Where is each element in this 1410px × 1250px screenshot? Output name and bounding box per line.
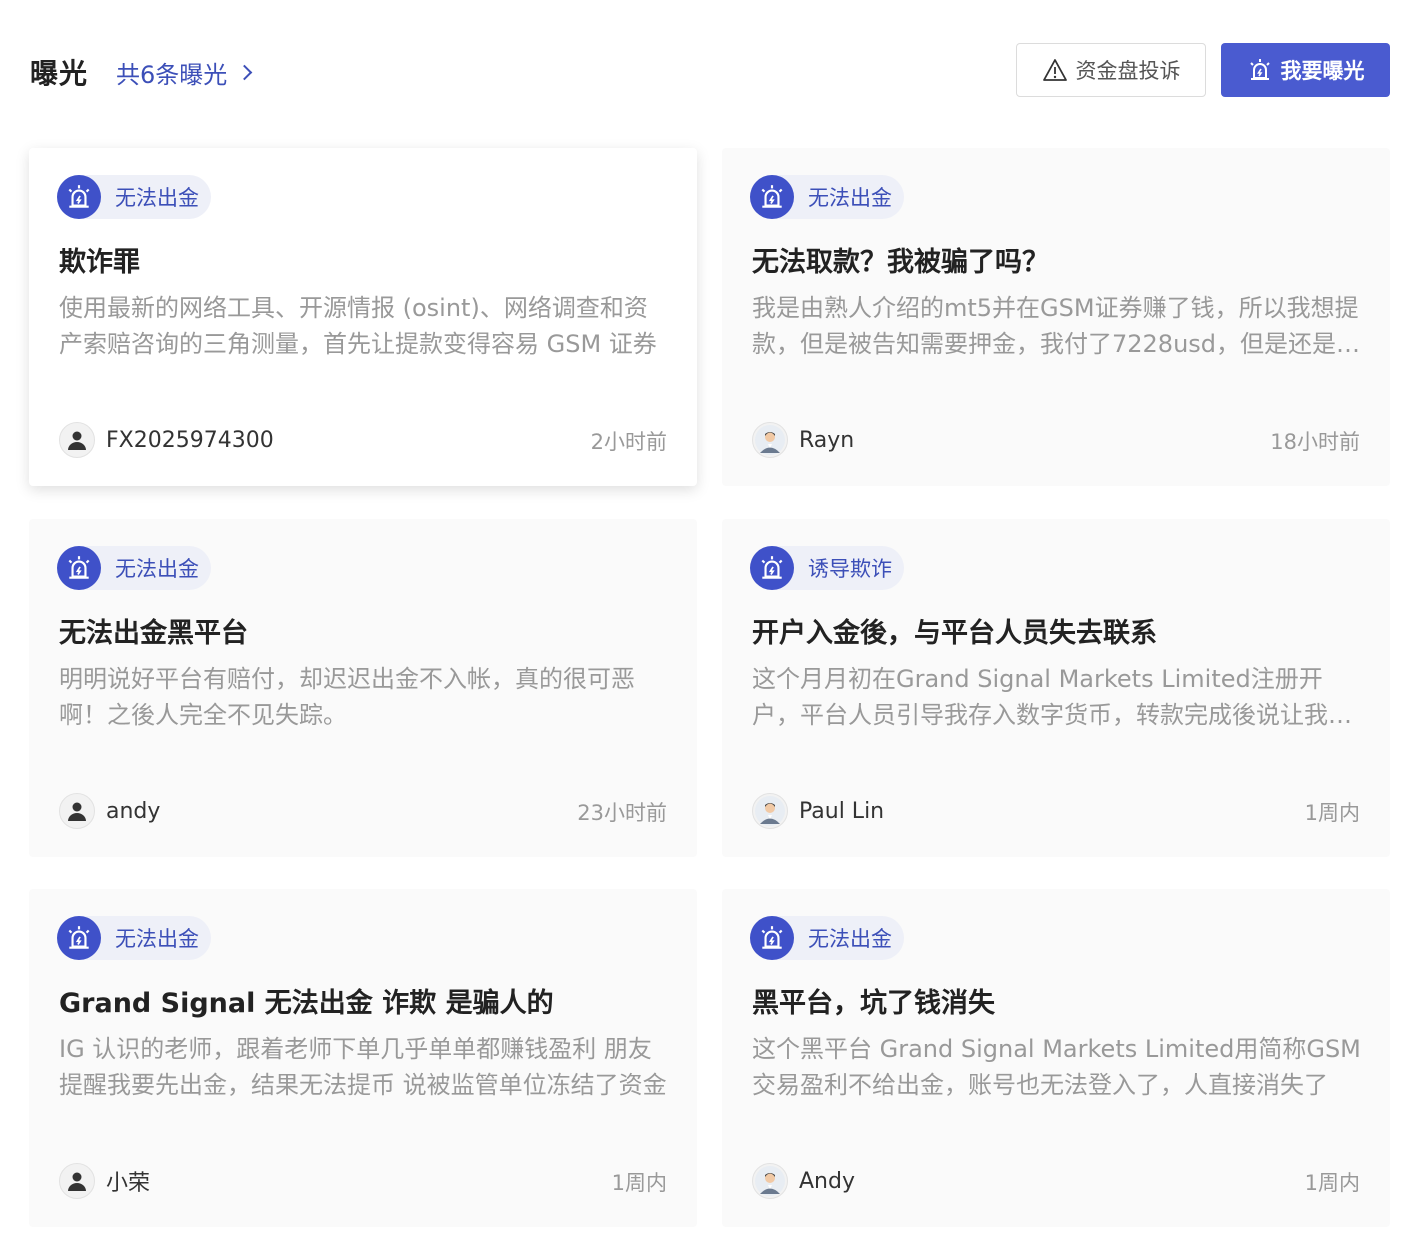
author-name: Paul Lin (799, 798, 885, 824)
card-description: 使用最新的网络工具、开源情报 (osint)、网络调查和资产索赔咨询的三角测量，… (59, 294, 657, 358)
author-name: FX2025974300 (106, 427, 274, 453)
category-tag-label: 无法出金 (115, 186, 199, 210)
exposure-card[interactable]: 无法出金 欺诈罪 使用最新的网络工具、开源情报 (osint)、网络调查和资产索… (29, 148, 697, 486)
page-header: 曝光 共6条曝光 资金盘投诉 我要曝光 (0, 0, 1410, 140)
siren-icon (750, 916, 794, 960)
siren-icon (750, 175, 794, 219)
exposure-count-label: 共6条曝光 (116, 61, 228, 89)
post-time: 2小时前 (590, 430, 667, 454)
card-description: 这个黑平台 Grand Signal Markets Limited用简称GSM… (752, 1035, 1361, 1099)
card-description: 这个月月初在Grand Signal Markets Limited注册开户，平… (752, 665, 1352, 729)
category-tag: 无法出金 (57, 916, 211, 960)
post-time: 1周内 (1304, 1171, 1360, 1195)
exposure-card[interactable]: 无法出金 黑平台，坑了钱消失 这个黑平台 Grand Signal Market… (722, 889, 1390, 1227)
default-user-icon (59, 1163, 95, 1199)
category-tag-label: 无法出金 (808, 927, 892, 951)
card-title: Grand Signal 无法出金 诈欺 是骗人的 (59, 988, 554, 1019)
page-title: 曝光 (30, 57, 89, 90)
card-title: 黑平台，坑了钱消失 (752, 988, 995, 1019)
chevron-right-icon (237, 64, 253, 81)
card-description: 我是由熟人介绍的mt5并在GSM证券赚了钱，所以我想提款，但是被告知需要押金，我… (752, 294, 1361, 358)
category-tag: 无法出金 (750, 175, 904, 219)
card-description: 明明说好平台有赔付，却迟迟出金不入帐，真的很可恶啊！之後人完全不见失踪。 (59, 665, 635, 729)
default-user-icon (59, 422, 95, 458)
card-author: Andy (752, 1163, 855, 1199)
post-time: 1周内 (611, 1171, 667, 1195)
author-name: Rayn (799, 427, 855, 453)
author-name: 小荣 (106, 1171, 151, 1196)
siren-icon (57, 175, 101, 219)
exposure-count-link[interactable]: 共6条曝光 (116, 55, 253, 90)
card-author: Rayn (752, 422, 854, 458)
warning-icon (1042, 59, 1067, 81)
category-tag: 无法出金 (57, 546, 211, 590)
author-name: andy (106, 798, 161, 824)
man-avatar-icon (752, 793, 788, 829)
card-author: 小荣 (59, 1163, 150, 1199)
card-author: andy (59, 793, 160, 829)
category-tag-label: 无法出金 (115, 927, 199, 951)
exposure-card[interactable]: 诱导欺诈 开户入金後，与平台人员失去联系 这个月月初在Grand Signal … (722, 519, 1390, 857)
complain-button[interactable]: 资金盘投诉 (1016, 43, 1206, 97)
card-author: Paul Lin (752, 793, 884, 829)
exposure-card[interactable]: 无法出金 无法出金黑平台 明明说好平台有赔付，却迟迟出金不入帐，真的很可恶啊！之… (29, 519, 697, 857)
siren-icon (57, 916, 101, 960)
card-title: 开户入金後，与平台人员失去联系 (752, 618, 1157, 649)
category-tag-label: 无法出金 (115, 557, 199, 581)
author-name: Andy (799, 1168, 855, 1194)
category-tag-label: 无法出金 (808, 186, 892, 210)
man-avatar-icon (752, 1163, 788, 1199)
card-description: IG 认识的老师，跟着老师下单几乎单单都赚钱盈利 朋友提醒我要先出金，结果无法提… (59, 1035, 667, 1099)
exposure-card[interactable]: 无法出金 无法取款？我被骗了吗？ 我是由熟人介绍的mt5并在GSM证券赚了钱，所… (722, 148, 1390, 486)
card-title: 无法取款？我被骗了吗？ (752, 247, 1049, 278)
default-user-icon (59, 793, 95, 829)
card-title: 无法出金黑平台 (59, 618, 248, 649)
expose-button[interactable]: 我要曝光 (1221, 43, 1390, 97)
siren-icon (750, 546, 794, 590)
man-avatar-icon (752, 422, 788, 458)
exposure-card[interactable]: 无法出金 Grand Signal 无法出金 诈欺 是骗人的 IG 认识的老师，… (29, 889, 697, 1227)
complain-button-label: 资金盘投诉 (1075, 59, 1181, 83)
siren-icon (57, 546, 101, 590)
siren-icon (1249, 59, 1270, 80)
category-tag-label: 诱导欺诈 (808, 557, 892, 581)
category-tag: 无法出金 (750, 916, 904, 960)
card-title: 欺诈罪 (59, 247, 140, 278)
category-tag: 诱导欺诈 (750, 546, 904, 590)
expose-button-label: 我要曝光 (1280, 59, 1365, 83)
card-author: FX2025974300 (59, 422, 274, 458)
category-tag: 无法出金 (57, 175, 211, 219)
post-time: 23小时前 (577, 801, 667, 825)
post-time: 18小时前 (1270, 430, 1360, 454)
post-time: 1周内 (1304, 801, 1360, 825)
